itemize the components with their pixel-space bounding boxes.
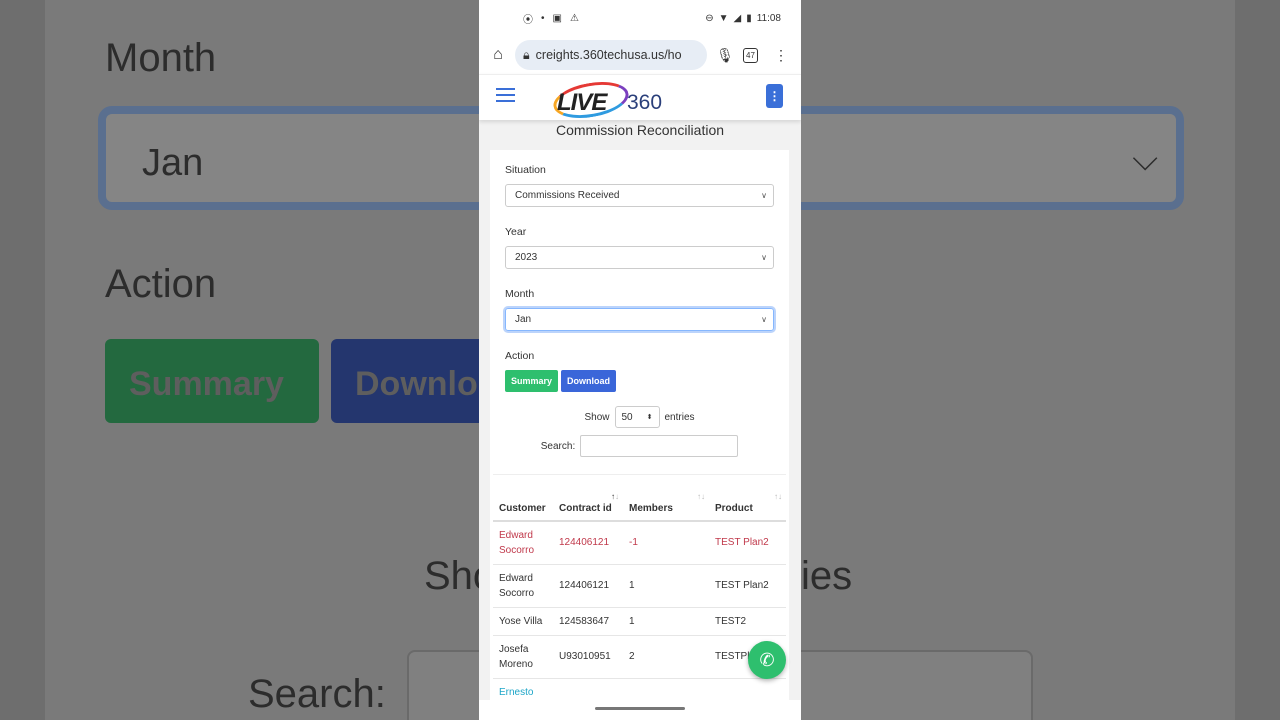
- page-content: Commission Reconciliation Situation Comm…: [479, 120, 801, 720]
- address-bar[interactable]: 🔒︎ creights.360techusa.us/ho: [515, 40, 707, 70]
- cell-members: 2: [623, 635, 709, 679]
- cell-members: -1: [623, 520, 709, 565]
- cell-contract-id: 124583647: [553, 607, 623, 636]
- cell-customer: Josefa Moreno: [493, 635, 553, 679]
- bg-search-label: Search:: [248, 672, 386, 716]
- warning-icon: ⚠: [569, 12, 579, 24]
- situation-select[interactable]: Commissions Received ∨: [505, 184, 774, 207]
- download-button[interactable]: Download: [561, 370, 617, 392]
- bluetooth-icon: •: [541, 12, 545, 24]
- entries-label: entries: [664, 411, 695, 423]
- cell-product: TEST Plan2: [709, 564, 786, 608]
- bg-action-label: Action: [105, 262, 217, 306]
- table-row[interactable]: Yose Villa 124583647 1 TEST2: [493, 607, 786, 636]
- cell-customer: Yose Villa: [493, 607, 553, 636]
- gesture-nav-bar: [479, 700, 801, 720]
- table-header-row: Customer Contract id ↑↓ Members ↑↓ Product…: [493, 474, 786, 522]
- signal-icon: ◢: [733, 12, 742, 24]
- lock-icon: 🔒︎: [523, 47, 530, 62]
- column-header-customer[interactable]: Customer: [493, 474, 553, 522]
- sort-icon: ↑↓: [774, 492, 782, 501]
- situation-label: Situation: [505, 164, 546, 176]
- wifi-icon: ▼: [718, 12, 729, 24]
- browser-toolbar: ⌂ 🔒︎ creights.360techusa.us/ho 🎙︎ 47 ⋮: [479, 36, 801, 74]
- cell-members: 1: [623, 564, 709, 608]
- clock-time: 11:08: [756, 12, 781, 24]
- filter-card: Situation Commissions Received ∨ Year 20…: [490, 150, 789, 720]
- table-row[interactable]: Edward Socorro 124406121 1 TEST Plan2: [493, 564, 786, 608]
- bg-month-value: Jan: [142, 142, 204, 184]
- hamburger-menu-icon[interactable]: [496, 88, 515, 102]
- entries-value: 50: [621, 411, 633, 423]
- month-value: Jan: [515, 314, 532, 325]
- url-text: creights.360techusa.us/ho: [535, 48, 682, 62]
- tabs-button[interactable]: 47: [743, 47, 763, 63]
- summary-button[interactable]: Summary: [505, 370, 559, 392]
- phone-call-button[interactable]: ✆: [748, 641, 786, 679]
- cell-product: TEST2: [709, 607, 786, 636]
- cell-customer: Edward Socorro: [493, 520, 553, 565]
- app-header: LIVE 360 ⋮: [479, 74, 801, 124]
- bg-download-button: Downlo: [331, 339, 491, 423]
- entries-control: Show 50 ⬍ entries: [490, 406, 789, 428]
- home-gesture-pill[interactable]: [595, 707, 685, 710]
- bg-summary-button: Summary: [105, 339, 319, 423]
- chevron-down-icon: ∨: [761, 315, 767, 324]
- logo-360-text: 360: [627, 91, 663, 114]
- sort-asc-icon: ↑↓: [611, 492, 619, 501]
- action-label: Action: [505, 350, 535, 362]
- cell-contract-id: U93010951: [553, 635, 623, 679]
- updown-icon: ⬍: [646, 414, 653, 421]
- bg-entries-label: ies: [801, 554, 853, 598]
- chevron-down-icon: ∨: [761, 253, 767, 262]
- bg-month-label: Month: [105, 36, 217, 80]
- image-icon: ▣: [552, 12, 562, 24]
- phone-screen: ⦿ • ▣ ⚠ ⊖ ▼ ◢ ▮ 11:08 ⌂ 🔒︎ creights.360t…: [479, 0, 801, 720]
- show-label: Show: [584, 411, 610, 423]
- logo-live-text: LIVE: [557, 89, 607, 116]
- table-row[interactable]: Edward Socorro 124406121 -1 TEST Plan2: [493, 520, 786, 565]
- cell-members: 1: [623, 607, 709, 636]
- live360-logo: LIVE 360: [550, 76, 671, 124]
- cell-product: TEST Plan2: [709, 520, 786, 565]
- entries-select[interactable]: 50 ⬍: [614, 406, 660, 428]
- more-menu-icon[interactable]: ⋮: [771, 47, 791, 64]
- microphone-icon[interactable]: 🎙︎: [715, 47, 735, 64]
- year-value: 2023: [515, 252, 538, 263]
- search-control: Search:: [490, 435, 789, 457]
- commission-table: Customer Contract id ↑↓ Members ↑↓ Product…: [493, 474, 786, 707]
- sort-icon: ↑↓: [697, 492, 705, 501]
- battery-icon: ▮: [746, 12, 752, 24]
- table-row[interactable]: Josefa Moreno U93010951 2 TESTPl: [493, 635, 786, 679]
- year-select[interactable]: 2023 ∨: [505, 246, 774, 269]
- cell-customer: Edward Socorro: [493, 564, 553, 608]
- chevron-down-icon: ∨: [761, 191, 767, 200]
- gps-icon: ⦿: [523, 14, 533, 26]
- cell-contract-id: 124406121: [553, 520, 623, 565]
- search-input[interactable]: [580, 435, 739, 457]
- column-header-contract-id[interactable]: Contract id ↑↓: [553, 474, 623, 522]
- month-select[interactable]: Jan ∨: [505, 308, 774, 331]
- column-header-product[interactable]: Product ↑↓: [709, 474, 786, 522]
- cell-contract-id: 124406121: [553, 564, 623, 608]
- phone-icon: ✆: [759, 649, 775, 670]
- month-label: Month: [505, 288, 535, 300]
- home-icon[interactable]: ⌂: [489, 46, 507, 64]
- status-bar: ⦿ • ▣ ⚠ ⊖ ▼ ◢ ▮ 11:08: [479, 0, 801, 36]
- column-header-members[interactable]: Members ↑↓: [623, 474, 709, 522]
- chevron-down-icon: ⌵: [1132, 140, 1158, 178]
- tab-count: 47: [743, 47, 758, 63]
- options-menu-button[interactable]: ⋮: [766, 84, 783, 108]
- situation-value: Commissions Received: [515, 190, 620, 201]
- dnd-icon: ⊖: [705, 12, 714, 24]
- year-label: Year: [505, 226, 527, 238]
- search-label: Search:: [540, 440, 576, 452]
- page-title: Commission Reconciliation: [555, 122, 725, 138]
